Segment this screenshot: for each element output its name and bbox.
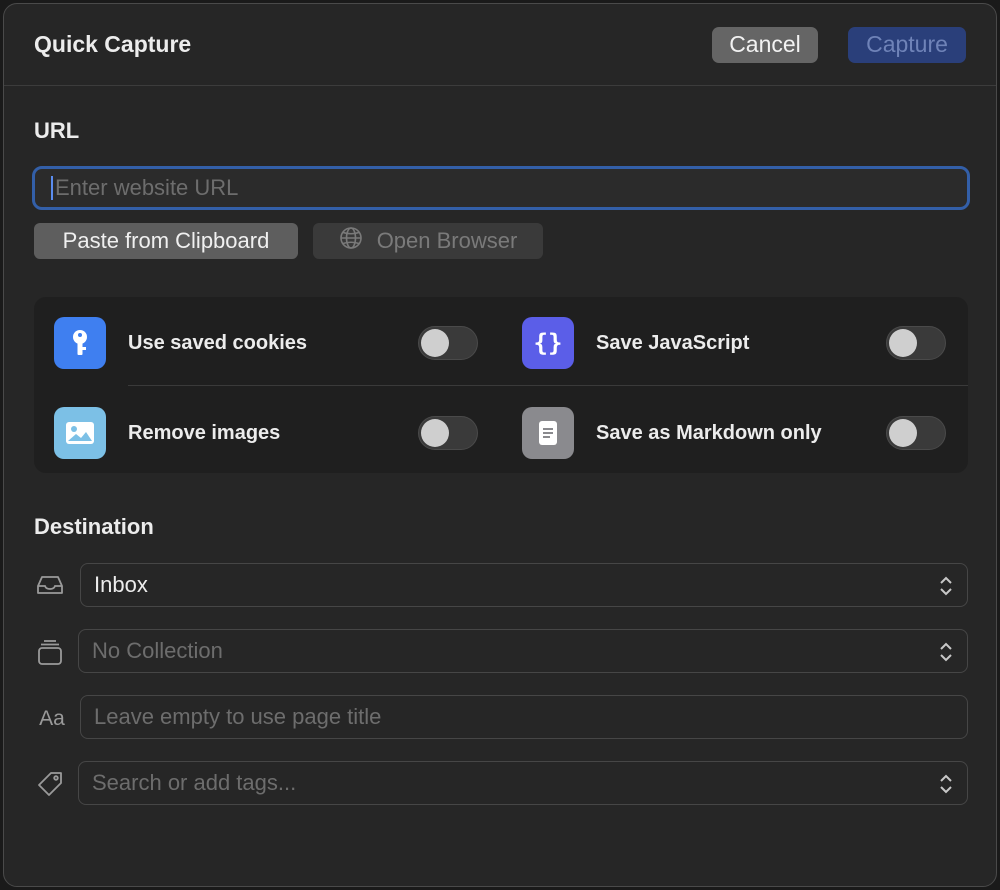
quick-capture-window: Quick Capture Cancel Capture URL Enter w…: [3, 3, 997, 887]
capture-options-panel: Use saved cookies {} Save JavaScript Rem…: [34, 297, 968, 473]
text-caret: [51, 176, 53, 200]
key-icon: [54, 317, 106, 369]
toggle-knob: [889, 329, 917, 357]
globe-icon: [339, 226, 363, 256]
option-save-javascript: {} Save JavaScript: [522, 317, 749, 369]
url-input-placeholder: Enter website URL: [55, 175, 239, 200]
paste-button-label: Paste from Clipboard: [62, 228, 270, 253]
open-browser-label: Open Browser: [376, 228, 518, 253]
save-as-markdown-only-toggle[interactable]: [886, 416, 946, 450]
window-title: Quick Capture: [34, 31, 192, 57]
option-remove-images: Remove images: [54, 407, 280, 459]
save-javascript-toggle[interactable]: [886, 326, 946, 360]
document-icon: [522, 407, 574, 459]
collection-select[interactable]: No Collection: [78, 629, 968, 673]
tray-icon: [34, 569, 66, 601]
tags-input-placeholder: Search or add tags...: [92, 770, 297, 795]
tag-icon: [34, 768, 66, 800]
cancel-button[interactable]: Cancel: [712, 26, 818, 63]
braces-icon: {}: [522, 317, 574, 369]
toggle-knob: [421, 329, 449, 357]
option-label: Save as Markdown only: [596, 421, 822, 444]
option-save-as-markdown-only: Save as Markdown only: [522, 407, 822, 459]
use-saved-cookies-toggle[interactable]: [418, 326, 478, 360]
title-input-placeholder: Leave empty to use page title: [94, 704, 382, 729]
folder-select-value: Inbox: [94, 572, 148, 597]
image-icon: [54, 407, 106, 459]
destination-section-label: Destination: [34, 514, 154, 539]
url-input[interactable]: Enter website URL: [32, 166, 970, 210]
option-label: Use saved cookies: [128, 331, 307, 354]
url-section-label: URL: [34, 118, 80, 143]
collection-stack-icon: [34, 636, 66, 668]
open-browser-button[interactable]: Open Browser: [313, 223, 543, 259]
paste-from-clipboard-button[interactable]: Paste from Clipboard: [34, 223, 298, 259]
toggle-knob: [889, 419, 917, 447]
chevron-up-down-icon: [940, 576, 952, 596]
option-use-saved-cookies: Use saved cookies: [54, 317, 307, 369]
folder-select[interactable]: Inbox: [80, 563, 968, 607]
collection-select-placeholder: No Collection: [92, 638, 223, 663]
chevron-up-down-icon: [940, 642, 952, 662]
toggle-knob: [421, 419, 449, 447]
chevron-up-down-icon: [940, 774, 952, 794]
title-input[interactable]: Leave empty to use page title: [80, 695, 968, 739]
option-label: Remove images: [128, 421, 281, 444]
option-label: Save JavaScript: [596, 331, 750, 354]
text-format-icon: Aa: [39, 707, 65, 730]
remove-images-toggle[interactable]: [418, 416, 478, 450]
options-divider: [128, 385, 968, 386]
capture-button[interactable]: Capture: [848, 26, 966, 63]
tags-input[interactable]: Search or add tags...: [78, 761, 968, 805]
header: Quick Capture Cancel Capture: [4, 4, 996, 86]
